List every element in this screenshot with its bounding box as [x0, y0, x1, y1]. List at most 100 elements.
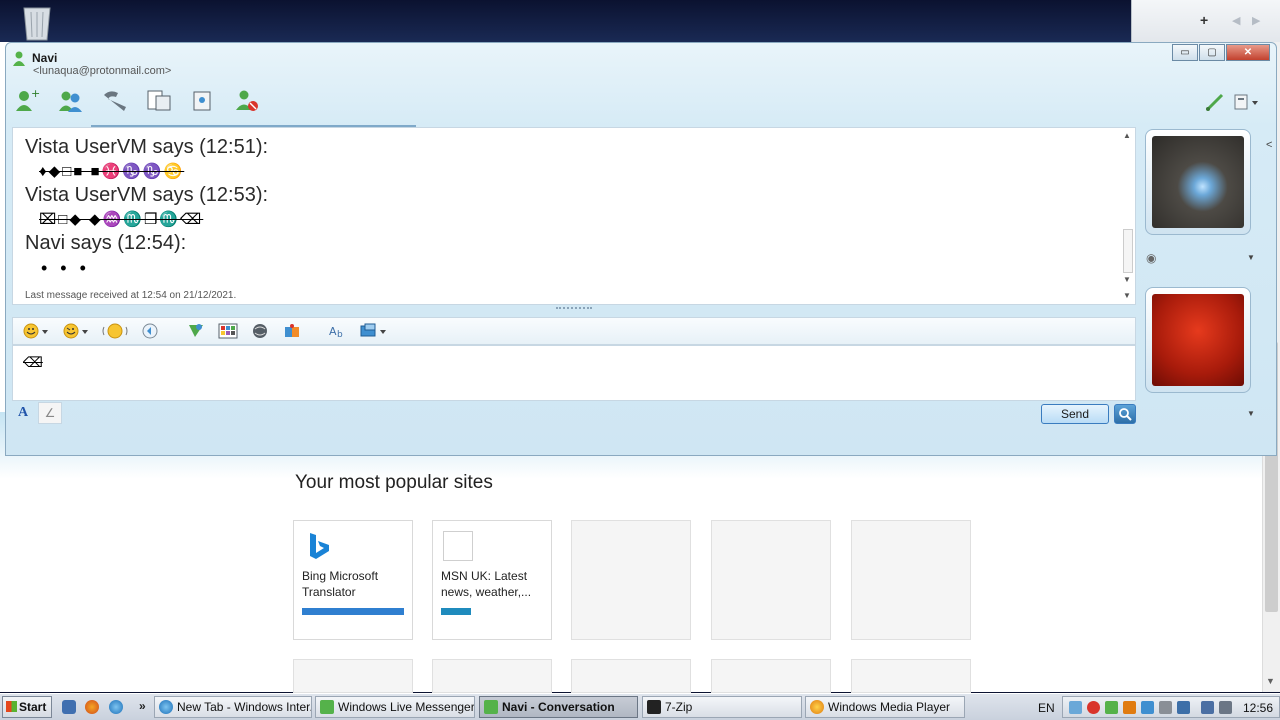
minimize-button[interactable]: ▭: [1172, 44, 1198, 61]
tile-bing-translator[interactable]: Bing Microsoft Translator: [293, 520, 413, 640]
gift-button[interactable]: [281, 321, 303, 341]
messenger-tray-icon[interactable]: [1105, 701, 1118, 714]
tile-empty[interactable]: [571, 520, 691, 640]
add-contact-button[interactable]: +: [12, 87, 42, 113]
svg-text:b: b: [337, 330, 343, 340]
volume-icon[interactable]: [1219, 701, 1232, 714]
contact-picture-menu-icon[interactable]: ▼: [1247, 253, 1255, 262]
formatting-toolbar: Ab: [12, 317, 1136, 345]
task-windows-media-player[interactable]: Windows Media Player: [805, 696, 965, 718]
my-display-picture[interactable]: [1145, 287, 1251, 393]
nudge-icon: [102, 323, 128, 339]
font-button[interactable]: A: [18, 405, 28, 421]
conversation-scrollbar[interactable]: ▲ ▼ ▼: [1121, 129, 1135, 303]
back-arrow-icon[interactable]: ◀: [1232, 14, 1240, 27]
taskbar: Start » New Tab - Windows Inter... Windo…: [0, 693, 1280, 720]
contact-display-picture[interactable]: [1145, 129, 1251, 235]
start-button[interactable]: Start: [2, 696, 52, 718]
tile-empty[interactable]: [432, 659, 552, 693]
message-sender-line: Vista UserVM says (12:53):: [25, 184, 269, 206]
nudge-button[interactable]: [101, 321, 129, 341]
activities-button[interactable]: [188, 87, 218, 113]
sync-icon[interactable]: [1141, 701, 1154, 714]
usb-icon[interactable]: [1159, 701, 1172, 714]
scroll-down-icon[interactable]: ▼: [1266, 676, 1275, 686]
change-display-button[interactable]: [359, 321, 389, 341]
resize-grip[interactable]: [556, 307, 592, 311]
scroll-up-icon[interactable]: ▲: [1123, 131, 1131, 140]
messenger-conversation-window: Navi <lunaqua@protonmail.com> ▭ ▢ ✕ + Vi…: [5, 42, 1277, 456]
forward-arrow-icon[interactable]: ▶: [1252, 14, 1260, 27]
task-label: Windows Live Messenger: [338, 700, 475, 714]
window-controls: ▭ ▢ ✕: [1171, 44, 1270, 61]
task-navi-conversation[interactable]: Navi - Conversation: [479, 696, 638, 718]
fairy-star-image: [1152, 136, 1244, 228]
tile-empty[interactable]: [571, 659, 691, 693]
internet-explorer-icon[interactable]: [109, 700, 123, 714]
message-input[interactable]: ⌫: [12, 345, 1136, 401]
tile-empty[interactable]: [293, 659, 413, 693]
tile-empty[interactable]: [711, 659, 831, 693]
recycle-bin-icon[interactable]: [18, 2, 56, 42]
voice-clip-button[interactable]: [139, 321, 161, 341]
task-windows-live-messenger[interactable]: Windows Live Messenger: [315, 696, 475, 718]
tile-empty[interactable]: [711, 520, 831, 640]
quick-launch-overflow-icon[interactable]: »: [139, 699, 146, 713]
block-button[interactable]: [232, 87, 262, 113]
last-message-status: Last message received at 12:54 on 21/12/…: [25, 290, 237, 301]
tile-empty[interactable]: [851, 659, 971, 693]
chess-pieces-image: [1152, 294, 1244, 386]
scrollbar-thumb[interactable]: [1123, 229, 1133, 273]
message-text: • • •: [41, 258, 90, 278]
my-picture-menu-icon[interactable]: ▼: [1247, 409, 1255, 418]
task-label: 7-Zip: [665, 700, 693, 714]
typed-text: ⌫: [23, 354, 43, 370]
messenger-icon: [484, 700, 498, 714]
task-label: Navi - Conversation: [502, 700, 615, 714]
clock[interactable]: 12:56: [1243, 701, 1273, 715]
backgrounds-button[interactable]: [217, 321, 239, 341]
handwriting-button[interactable]: ∠: [38, 402, 62, 424]
language-indicator[interactable]: EN: [1038, 701, 1055, 715]
menu-button[interactable]: [1232, 91, 1262, 117]
title-bar[interactable]: Navi <lunaqua@protonmail.com> ▭ ▢ ✕: [6, 43, 1276, 81]
close-button[interactable]: ✕: [1226, 44, 1270, 61]
wink-button[interactable]: [61, 321, 91, 341]
send-button[interactable]: Send: [1041, 404, 1109, 424]
tile-empty[interactable]: [851, 520, 971, 640]
start-label: Start: [19, 700, 47, 714]
display-tray-icon[interactable]: [1177, 701, 1190, 714]
firefox-icon[interactable]: [85, 700, 99, 714]
winks-button[interactable]: [185, 321, 207, 341]
spell-check-button[interactable]: Ab: [327, 321, 349, 341]
contact-status-icon: [13, 51, 25, 66]
background-button[interactable]: [1204, 91, 1226, 117]
update-icon[interactable]: [1123, 701, 1136, 714]
monitor-icon[interactable]: [1201, 701, 1214, 714]
message-text: ♦◆□■ ■♓♑♑♋: [39, 163, 185, 180]
emoticon-button[interactable]: [21, 321, 51, 341]
message-sender-line: Vista UserVM says (12:51):: [25, 136, 269, 158]
share-files-button[interactable]: [144, 87, 174, 113]
maximize-button[interactable]: ▢: [1199, 44, 1225, 61]
collapse-panel-icon[interactable]: <: [1266, 139, 1272, 151]
call-button[interactable]: [100, 87, 130, 113]
task-label: Windows Media Player: [828, 700, 951, 714]
show-desktop-icon[interactable]: [62, 700, 76, 714]
task-7-zip[interactable]: 7-Zip: [642, 696, 802, 718]
games-button[interactable]: [249, 321, 271, 341]
webcam-icon[interactable]: ◉: [1146, 251, 1156, 265]
search-button[interactable]: [1114, 404, 1136, 424]
task-internet-explorer[interactable]: New Tab - Windows Inter...: [154, 696, 312, 718]
wink-icon: [63, 323, 88, 339]
message-sender-line: Navi says (12:54):: [25, 232, 187, 254]
security-alert-icon[interactable]: [1087, 701, 1100, 714]
network-icon[interactable]: [1069, 701, 1082, 714]
tile-msn-uk[interactable]: MSN UK: Latest news, weather,...: [432, 520, 552, 640]
scroll-down-icon[interactable]: ▼: [1123, 275, 1131, 284]
invite-button[interactable]: [56, 87, 86, 113]
new-tab-icon[interactable]: +: [1200, 12, 1208, 28]
add-contact-icon: +: [16, 87, 40, 111]
messenger-icon: [320, 700, 334, 714]
scroll-end-icon[interactable]: ▼: [1123, 291, 1131, 300]
